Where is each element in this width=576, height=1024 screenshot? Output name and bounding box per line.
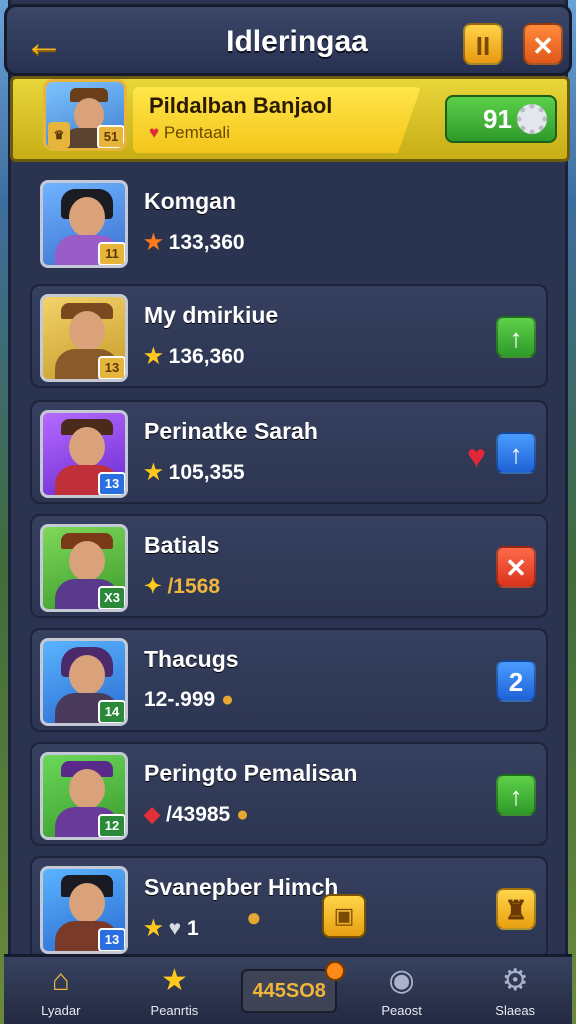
arrow-up-icon: ↑ — [509, 781, 523, 811]
avatar: 12 — [40, 752, 128, 840]
upgrade-button[interactable]: ↑ — [496, 316, 536, 358]
avatar: 14 — [40, 638, 128, 726]
heart-icon[interactable]: ♥ — [467, 438, 486, 475]
avatar: 13 — [40, 410, 128, 498]
close-icon: ✕ — [505, 553, 527, 583]
shield-icon: ♛ — [48, 122, 70, 148]
gift-button[interactable]: ▣ — [322, 894, 366, 938]
heart-icon: ♥ — [149, 123, 160, 142]
header-bar: ← Idleringaa II ✕ — [4, 4, 572, 76]
avatar: X3 — [40, 524, 128, 612]
player-name: Komgan — [144, 188, 236, 214]
nav-item-settings[interactable]: ⚙ Slaeas — [458, 957, 572, 1024]
player-name: Svanepber Himch — [144, 874, 339, 900]
sparkle-icon: ✦ — [144, 575, 162, 598]
featured-score-button[interactable]: 91 — [445, 95, 557, 143]
star-icon: ★ — [160, 964, 188, 997]
nav-label: Slaeas — [495, 1003, 536, 1018]
score-value: 105,355 — [168, 461, 245, 484]
score-value: /43985 — [166, 803, 231, 826]
list-item[interactable]: 14 Thacugs 12-.999 ● 2 — [30, 628, 548, 732]
bottom-nav: ⌂ Lyadar ★ Peanrtis 445SO8 ◉ Peaost ⚙ Sl… — [4, 954, 572, 1024]
player-name: My dmirkiue — [144, 302, 279, 328]
level-badge: 12 — [98, 814, 125, 837]
page-title: Idleringaa — [226, 25, 368, 58]
star-icon: ★ — [144, 917, 163, 940]
featured-player-banner[interactable]: ♛ 51 Pildalban Banjaol ♥ Pemtaali 91 — [10, 76, 570, 162]
level-badge: 13 — [98, 928, 125, 951]
player-name: Perinatke Sarah — [144, 418, 318, 444]
avatar: 11 — [40, 180, 128, 268]
level-badge: X3 — [98, 586, 125, 609]
featured-name: Pildalban Banjaol — [149, 93, 333, 118]
player-score: ★ 136,360 — [144, 344, 245, 369]
featured-subtitle: ♥ Pemtaali — [149, 123, 230, 143]
nav-label: Peaost — [381, 1003, 422, 1018]
player-name: Peringto Pemalisan — [144, 760, 358, 786]
gear-icon — [517, 104, 547, 134]
coin-icon: ● — [246, 902, 262, 932]
player-score: ★ 133,360 — [144, 230, 245, 255]
back-button[interactable]: ← — [21, 21, 67, 65]
player-score: 12-.999 ● — [144, 688, 234, 712]
nav-item-home[interactable]: ⌂ Lyadar — [4, 957, 118, 1024]
heart-icon: ♥ — [168, 917, 182, 940]
score-value: 136,360 — [168, 345, 245, 368]
list-item[interactable]: 11 Komgan ★ 133,360 — [30, 170, 548, 274]
arrow-left-icon: ← — [24, 21, 64, 65]
upgrade-button[interactable]: ↑ — [496, 432, 536, 474]
nav-item-profile[interactable]: ◉ Peaost — [345, 957, 459, 1024]
featured-score: 91 — [483, 104, 512, 134]
list-item[interactable]: 13 Svanepber Himch ★ ♥ 1 ● ▣ ♜ — [30, 856, 548, 960]
nav-label: Lyadar — [41, 1003, 81, 1018]
player-score: ★ ♥ 1 — [144, 916, 199, 941]
player-score: ◆ /43985 ● — [144, 802, 249, 827]
trophy-icon: ♜ — [504, 895, 528, 925]
coin-icon: ● — [236, 803, 249, 826]
nav-item-counter[interactable]: 445SO8 — [231, 957, 346, 1024]
notification-dot — [325, 961, 346, 981]
level-badge: 14 — [98, 700, 125, 723]
arrow-up-icon: ↑ — [509, 439, 523, 469]
level-badge: 13 — [98, 356, 125, 379]
level-badge: 13 — [98, 472, 125, 495]
level-badge: 11 — [98, 242, 125, 265]
list-item[interactable]: 12 Peringto Pemalisan ◆ /43985 ● ↑ — [30, 742, 548, 846]
score-value: 133,360 — [168, 231, 245, 254]
close-button[interactable]: ✕ — [523, 23, 563, 65]
coin-icon: ● — [221, 688, 234, 711]
upgrade-button[interactable]: ↑ — [496, 774, 536, 816]
list-item[interactable]: X3 Batials ✦ /1568 ✕ — [30, 514, 548, 618]
currency-counter: 445SO8 — [241, 969, 338, 1013]
gear-icon: ⚙ — [501, 964, 529, 997]
score-value: 1 — [186, 917, 199, 940]
nav-label: Peanrtis — [150, 1003, 199, 1018]
featured-subtitle-text: Pemtaali — [163, 123, 230, 142]
home-icon: ⌂ — [51, 964, 70, 997]
list-item[interactable]: 13 My dmirkiue ★ 136,360 ↑ — [30, 284, 548, 388]
gift-icon: ▣ — [333, 903, 355, 928]
player-score: ✦ /1568 — [144, 574, 220, 599]
score-value: 12-.999 — [144, 688, 216, 711]
avatar: 13 — [40, 866, 128, 954]
pause-button[interactable]: II — [463, 23, 503, 65]
player-name: Batials — [144, 532, 220, 558]
nav-item-ranks[interactable]: ★ Peanrtis — [118, 957, 232, 1024]
arrow-up-icon: ↑ — [509, 323, 523, 353]
score-value: /1568 — [167, 575, 221, 598]
level-badge: 51 — [97, 125, 124, 148]
list-item[interactable]: 13 Perinatke Sarah ★ 105,355 ♥ ↑ — [30, 400, 548, 504]
remove-button[interactable]: ✕ — [496, 546, 536, 588]
star-icon: ★ — [144, 231, 163, 254]
star-icon: ★ — [144, 345, 163, 368]
profile-icon: ◉ — [388, 964, 415, 997]
player-name: Thacugs — [144, 646, 239, 672]
star-icon: ★ — [144, 461, 163, 484]
rank-badge-button[interactable]: 2 — [496, 660, 536, 702]
tag-icon: ◆ — [144, 803, 161, 826]
avatar: ♛ 51 — [43, 79, 127, 151]
trophy-button[interactable]: ♜ — [496, 888, 536, 930]
player-score: ★ 105,355 — [144, 460, 245, 485]
avatar: 13 — [40, 294, 128, 382]
